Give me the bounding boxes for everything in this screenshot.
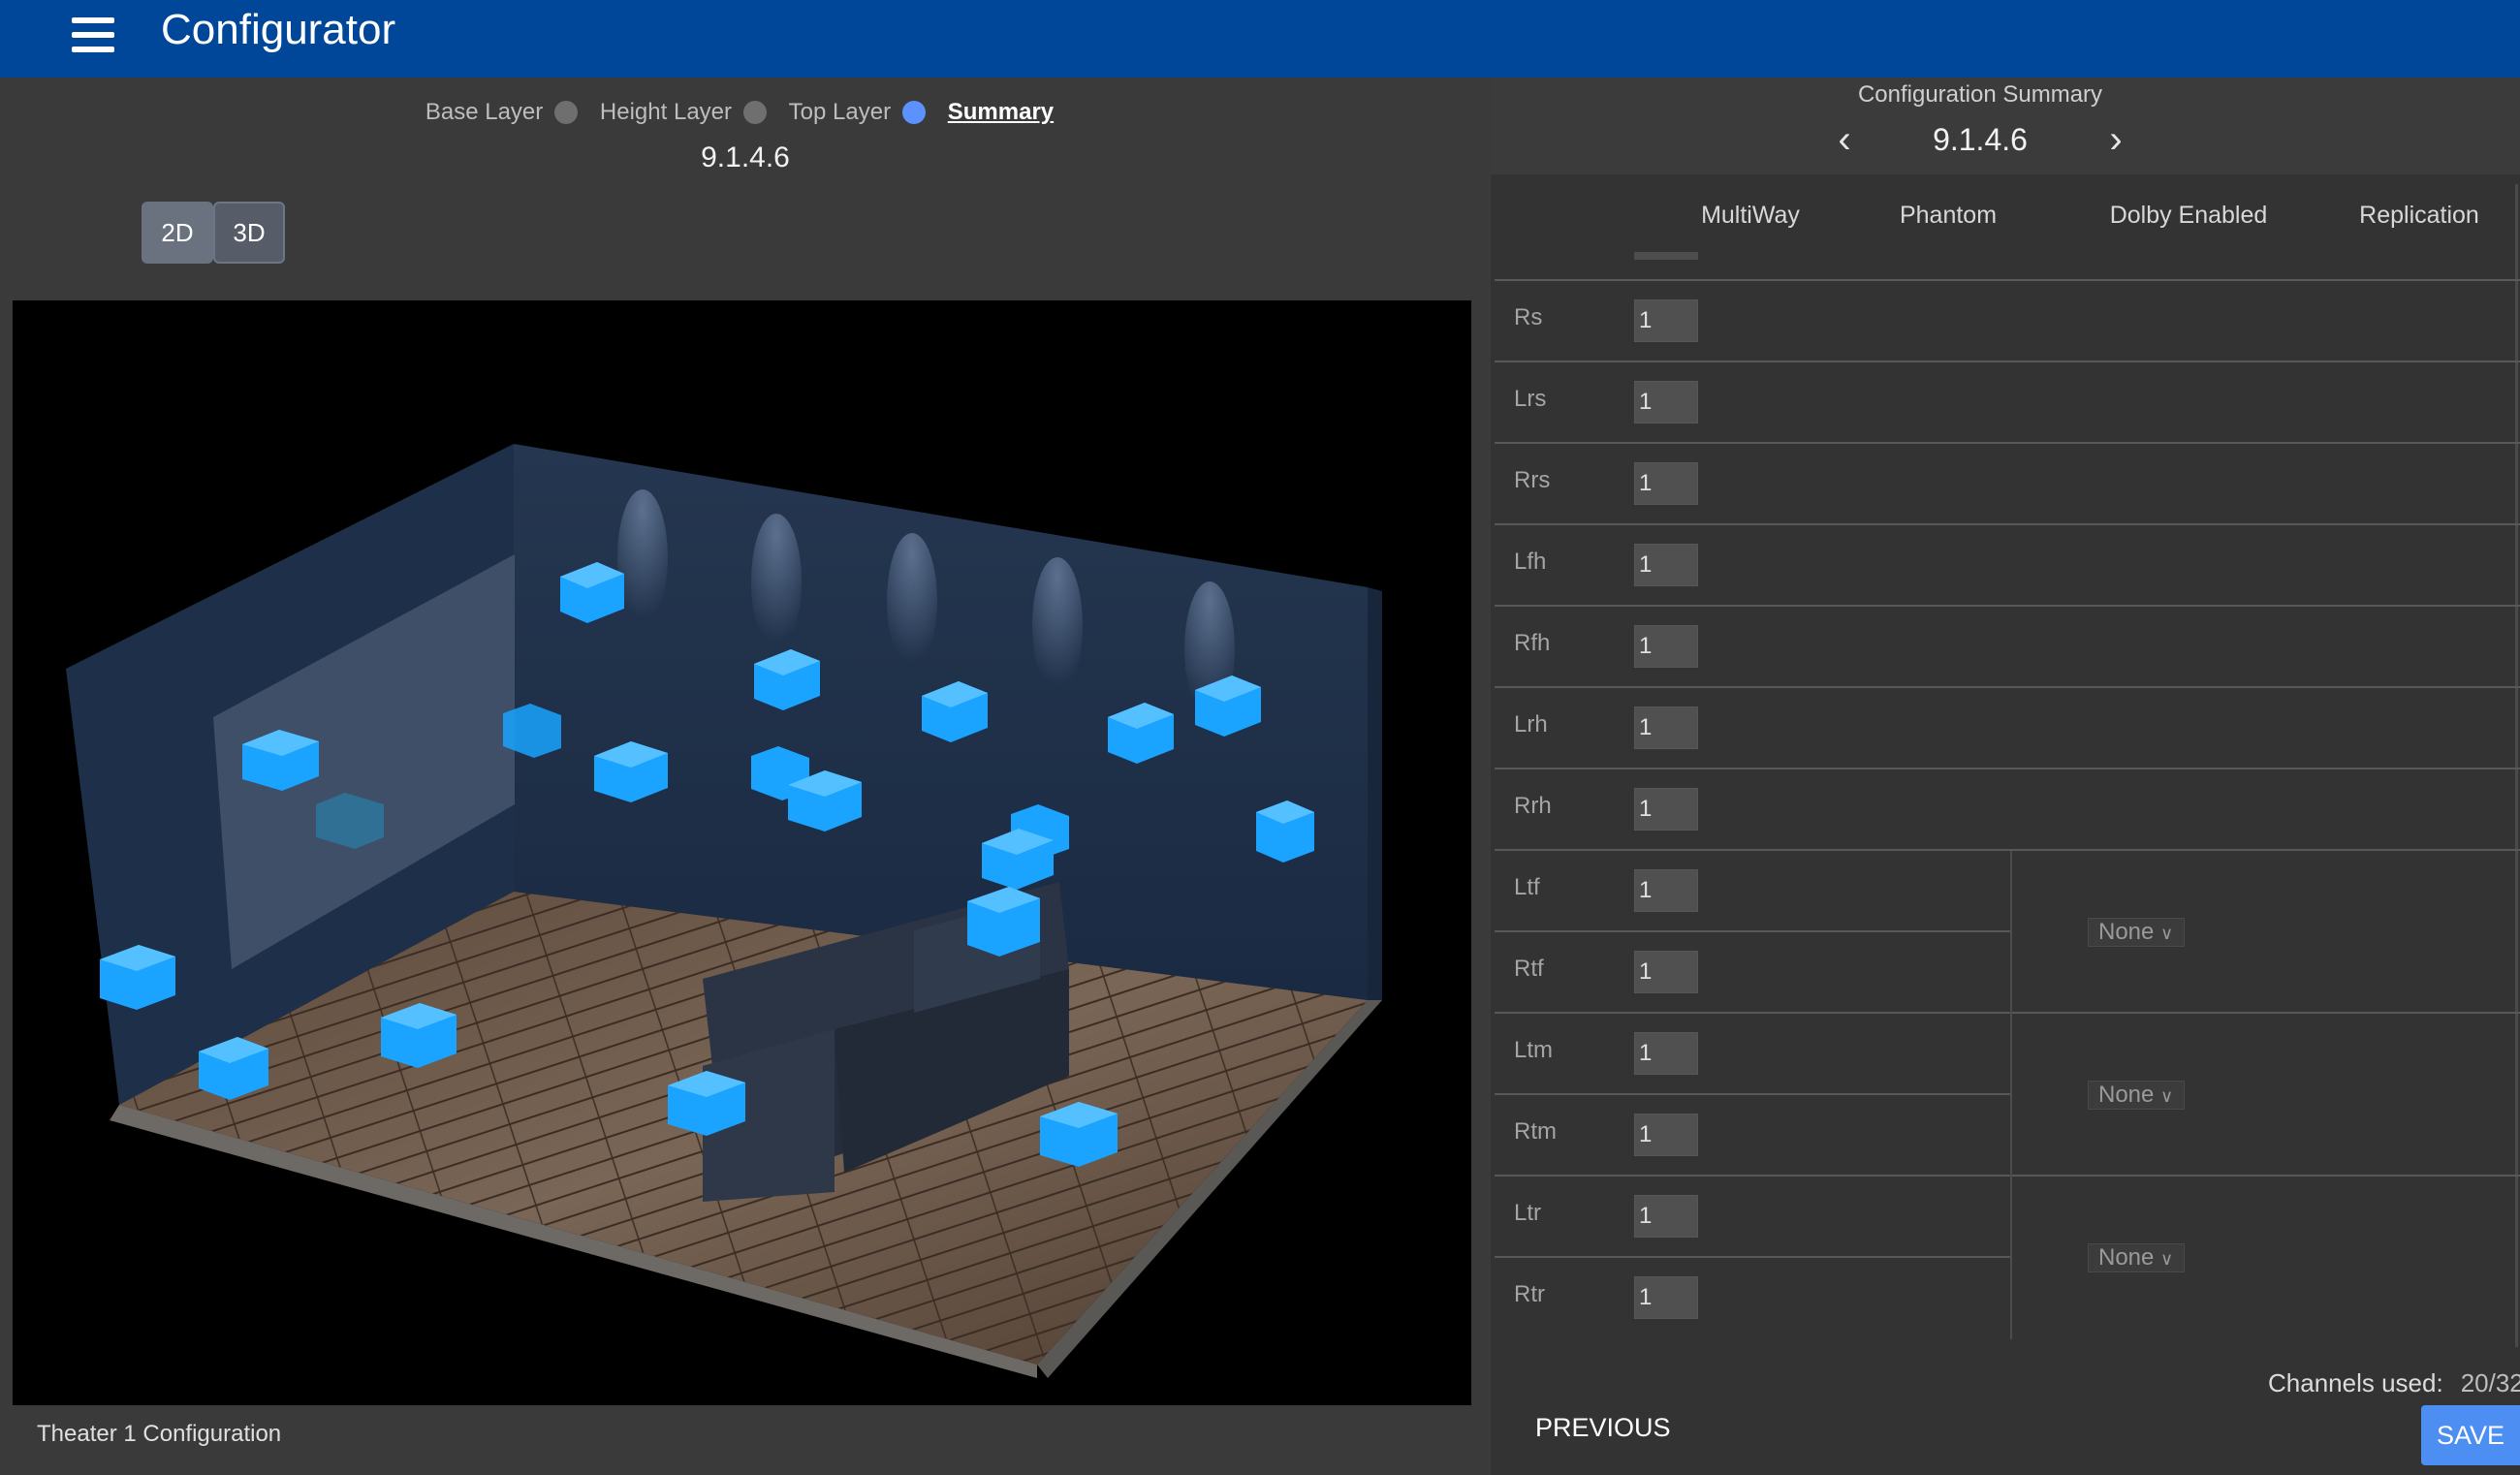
layer-stepper: Base Layer Height Layer Top Layer Summar… (0, 99, 1491, 126)
viewport-caption: Theater 1 Configuration (37, 1421, 282, 1447)
channels-used-readout: Channels used: 20/32 (2268, 1368, 2520, 1398)
pair-cell-ltm-rtm (2010, 1014, 2520, 1177)
channels-used-label: Channels used: (2268, 1368, 2443, 1397)
replication-select[interactable]: None ∨ (2088, 918, 2185, 947)
chevron-left-icon[interactable]: ‹ (1815, 118, 1874, 162)
chevron-down-icon: ∨ (2160, 924, 2174, 943)
channel-count-input[interactable] (1634, 299, 1698, 342)
channels-used-value: 20/32 (2460, 1368, 2520, 1397)
current-config-code: 9.1.4.6 (701, 141, 790, 173)
summary-title: Configuration Summary (1857, 81, 2103, 108)
chevron-down-icon: ∨ (2160, 1086, 2174, 1106)
channel-count-input[interactable] (1634, 706, 1698, 749)
chevron-down-icon: ∨ (2160, 1249, 2174, 1269)
channel-count-input[interactable] (1634, 869, 1698, 912)
hamburger-menu-icon[interactable] (68, 14, 118, 56)
table-row: Rrh (1495, 769, 2520, 851)
channel-count-input[interactable] (1634, 788, 1698, 831)
channel-count-input[interactable] (1634, 1276, 1698, 1319)
channel-count-input[interactable] (1634, 951, 1698, 993)
select-value: None (2098, 919, 2155, 945)
step-label: Height Layer (599, 99, 732, 125)
column-header-multiway[interactable]: MultiWay (1663, 202, 1838, 230)
channel-count-input[interactable] (1634, 381, 1698, 424)
room-preview-pane: Base Layer Height Layer Top Layer Summar… (0, 78, 1491, 1475)
table-row: Lrs (1495, 362, 2520, 444)
step-label: Top Layer (788, 99, 892, 125)
step-dot-icon (743, 101, 767, 124)
replication-select[interactable]: None ∨ (2088, 1081, 2185, 1110)
speaker-cube[interactable] (1256, 800, 1314, 863)
step-base-layer[interactable]: Base Layer (425, 99, 593, 126)
room-3d-scene[interactable] (13, 300, 1471, 1405)
room-3d-viewport[interactable] (13, 300, 1471, 1405)
channel-label: Rs (1514, 304, 1543, 330)
table-row: Lrh (1495, 688, 2520, 769)
previous-button[interactable]: PREVIOUS (1535, 1413, 1671, 1443)
top-app-bar: Configurator (0, 0, 2520, 78)
channel-label: Ltf (1514, 874, 1540, 900)
table-column-headers: MultiWay Phantom Dolby Enabled Replicati… (1491, 176, 2520, 250)
save-button[interactable]: SAVE (2421, 1405, 2520, 1465)
table-row: Rfh (1495, 607, 2520, 688)
config-switcher: ‹ 9.1.4.6 › (1491, 118, 2470, 162)
channel-count-input[interactable] (1634, 1195, 1698, 1238)
channel-count-input[interactable] (1634, 1032, 1698, 1075)
summary-header: Configuration Summary ‹ 9.1.4.6 › (1491, 78, 2520, 174)
column-header-dolby-enabled[interactable]: Dolby Enabled (2063, 202, 2315, 230)
channel-label: Ltm (1514, 1037, 1554, 1063)
channel-label: Rtm (1514, 1118, 1557, 1145)
step-label: Summary (947, 99, 1055, 125)
view-3d-button[interactable]: 3D (213, 202, 285, 264)
pair-cell-ltf-rtf (2010, 851, 2520, 1014)
channel-label: Rtf (1514, 956, 1544, 982)
table-row: Rrs (1495, 444, 2520, 525)
channel-label: Ltr (1514, 1200, 1542, 1226)
channel-label: Rfh (1514, 630, 1551, 656)
chevron-right-icon[interactable]: › (2087, 118, 2145, 162)
channel-label: Rrh (1514, 793, 1552, 819)
channel-label: Rrs (1514, 467, 1551, 493)
channel-label: Lrs (1514, 386, 1547, 412)
channel-count-input[interactable] (1634, 625, 1698, 668)
table-row: Rs (1495, 281, 2520, 362)
channel-label: Lfh (1514, 549, 1547, 575)
configuration-summary-panel: Configuration Summary ‹ 9.1.4.6 › MultiW… (1491, 78, 2520, 1475)
step-dot-icon (554, 101, 579, 124)
channel-label: Rtr (1514, 1281, 1545, 1307)
channel-label: Lrh (1514, 711, 1548, 738)
step-dot-icon (902, 101, 927, 124)
step-label: Base Layer (425, 99, 544, 125)
step-top-layer[interactable]: Top Layer (789, 99, 941, 126)
view-2d-button[interactable]: 2D (142, 202, 213, 264)
table-row: Lfh (1495, 525, 2520, 607)
select-value: None (2098, 1082, 2155, 1108)
pair-cell-ltr-rtr (2010, 1177, 2520, 1339)
app-title: Configurator (161, 6, 396, 53)
channel-count-input[interactable] (1634, 1114, 1698, 1156)
select-value: None (2098, 1244, 2155, 1271)
column-header-replication[interactable]: Replication (2322, 202, 2516, 230)
channel-count-input[interactable] (1634, 544, 1698, 586)
replication-select[interactable]: None ∨ (2088, 1243, 2185, 1272)
scrolled-input-stub (1634, 252, 1698, 260)
step-summary[interactable]: Summary (948, 99, 1065, 126)
column-header-phantom[interactable]: Phantom (1851, 202, 2045, 230)
channel-count-input[interactable] (1634, 462, 1698, 505)
summary-config-code: 9.1.4.6 (1933, 122, 2028, 157)
configurator-app: Configurator Base Layer Height Layer Top… (0, 0, 2520, 1475)
view-mode-toggle: 2D 3D (142, 202, 285, 264)
step-height-layer[interactable]: Height Layer (600, 99, 782, 126)
